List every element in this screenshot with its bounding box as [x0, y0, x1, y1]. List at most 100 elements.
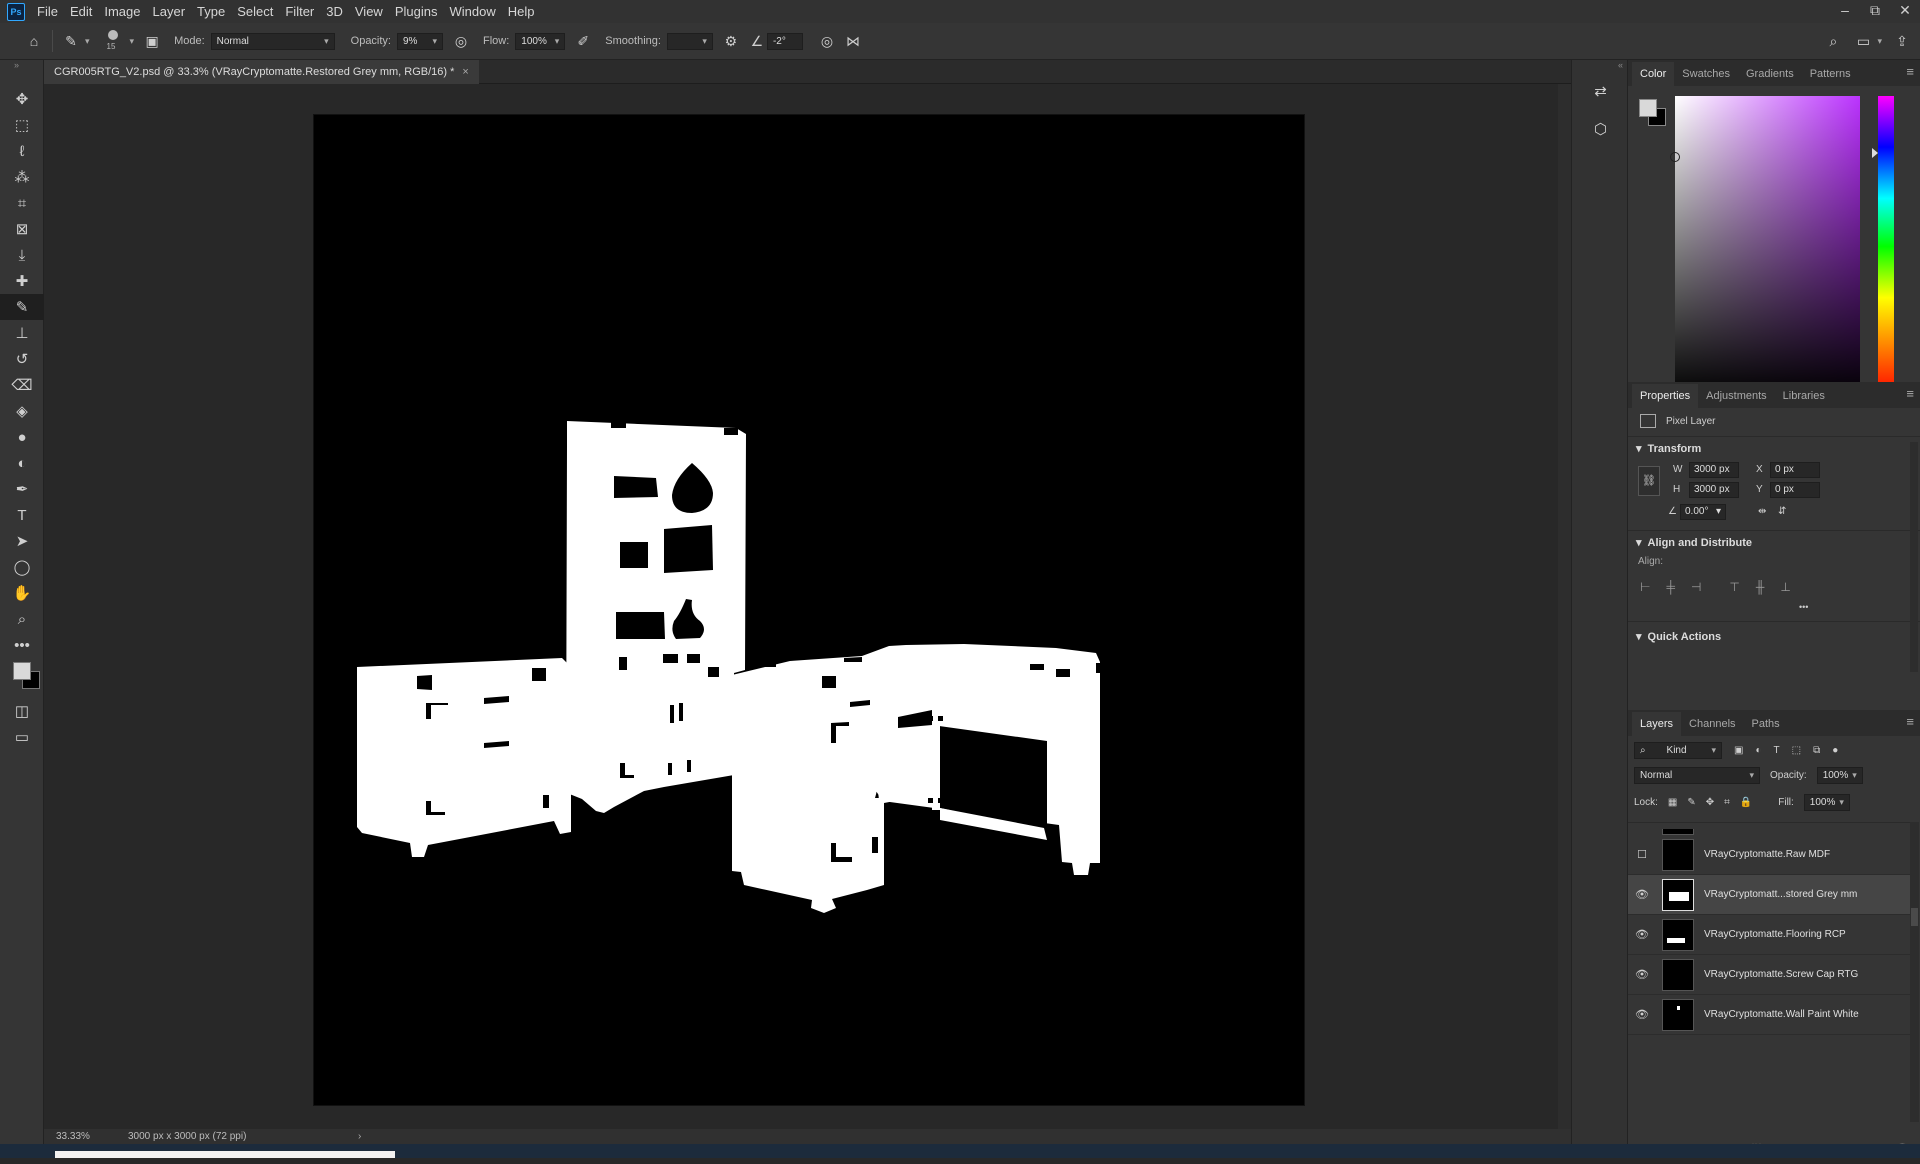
pressure-size-icon[interactable]: ◎: [817, 31, 837, 51]
more-tools-icon[interactable]: •••: [0, 632, 44, 658]
search-icon[interactable]: ⌕: [1823, 31, 1843, 51]
foreground-color-chip[interactable]: [1639, 99, 1657, 117]
layers-scrollbar[interactable]: [1910, 822, 1919, 1122]
align-right-icon[interactable]: ⊣: [1691, 580, 1701, 594]
menu-3d[interactable]: 3D: [320, 0, 349, 23]
mode-select[interactable]: Normal ▾: [210, 32, 335, 50]
menu-type[interactable]: Type: [191, 0, 231, 23]
layer-row-selected[interactable]: 👁 VRayCryptomatt...stored Grey mm: [1628, 875, 1910, 915]
panel-collapse-icon[interactable]: «: [1572, 60, 1627, 72]
symmetry-butterfly-icon[interactable]: ⋈: [843, 31, 863, 51]
hue-slider[interactable]: [1878, 96, 1894, 397]
menu-file[interactable]: File: [31, 0, 64, 23]
history-panel-icon[interactable]: ⇄: [1572, 72, 1629, 110]
tab-layers[interactable]: Layers: [1632, 712, 1682, 736]
hand-tool-icon[interactable]: ✋: [0, 580, 44, 606]
width-field[interactable]: 3000 px: [1689, 462, 1739, 478]
pen-tool-icon[interactable]: ✒: [0, 476, 44, 502]
eraser-tool-icon[interactable]: ⌫: [0, 372, 44, 398]
brush-settings-panel-icon[interactable]: ▣: [142, 31, 162, 51]
filter-adjustment-icon[interactable]: ◐: [1755, 745, 1761, 756]
filter-toggle-icon[interactable]: ●: [1832, 745, 1838, 756]
menu-view[interactable]: View: [349, 0, 389, 23]
lock-transparent-icon[interactable]: ▦: [1668, 797, 1677, 808]
quick-mask-icon[interactable]: ◫: [0, 698, 44, 724]
document-tab[interactable]: CGR005RTG_V2.psd @ 33.3% (VRayCryptomatt…: [44, 60, 479, 84]
flow-input[interactable]: 100% ▾: [515, 32, 566, 50]
layer-opacity-input[interactable]: 100% ▾: [1816, 767, 1863, 784]
status-menu-arrow[interactable]: ›: [358, 1131, 361, 1142]
brush-angle-input[interactable]: -2°: [766, 32, 803, 50]
lock-brush-icon[interactable]: ✎: [1687, 797, 1695, 808]
height-field[interactable]: 3000 px: [1689, 482, 1739, 498]
type-tool-icon[interactable]: T: [0, 502, 44, 528]
align-distribute-header[interactable]: ▾ Align and Distribute: [1636, 536, 1752, 550]
layer-filter-select[interactable]: ⌕ Kind ▾: [1634, 742, 1722, 759]
color-swatches[interactable]: [0, 658, 44, 698]
x-field[interactable]: 0 px: [1770, 462, 1820, 478]
tab-channels[interactable]: Channels: [1681, 712, 1743, 736]
layer-row[interactable]: 👁 VRayCryptomatte.Screw Cap RTG: [1628, 955, 1910, 995]
quick-actions-header[interactable]: ▾ Quick Actions: [1636, 630, 1721, 644]
tab-gradients[interactable]: Gradients: [1738, 62, 1802, 86]
screen-mode-icon[interactable]: ▭: [0, 724, 44, 750]
chevron-down-icon[interactable]: ▾: [85, 36, 90, 47]
eye-icon[interactable]: 👁: [1628, 928, 1656, 941]
layer-row[interactable]: 👁 VRayCryptomatte.Flooring RCP: [1628, 915, 1910, 955]
home-icon[interactable]: ⌂: [24, 31, 44, 51]
airbrush-icon[interactable]: ✐: [573, 31, 593, 51]
zoom-level[interactable]: 33.33%: [56, 1131, 116, 1142]
close-window-button[interactable]: ✕: [1890, 0, 1920, 23]
blend-mode-select[interactable]: Normal ▾: [1634, 767, 1760, 784]
color-picker-ring[interactable]: [1670, 152, 1680, 162]
menu-filter[interactable]: Filter: [279, 0, 320, 23]
healing-brush-tool-icon[interactable]: ✚: [0, 268, 44, 294]
frame-tool-icon[interactable]: ⊠: [0, 216, 44, 242]
align-middle-icon[interactable]: ╫: [1756, 580, 1765, 594]
tab-patterns[interactable]: Patterns: [1802, 62, 1859, 86]
panel-menu-icon[interactable]: ≡: [1906, 714, 1914, 729]
properties-scrollbar[interactable]: [1910, 442, 1918, 672]
image-canvas[interactable]: [314, 115, 1304, 1105]
share-icon[interactable]: ⇪: [1892, 31, 1912, 51]
lock-all-icon[interactable]: 🔒: [1740, 797, 1752, 808]
menu-plugins[interactable]: Plugins: [389, 0, 444, 23]
tab-libraries[interactable]: Libraries: [1775, 384, 1833, 408]
lasso-tool-icon[interactable]: ℓ: [0, 138, 44, 164]
magic-wand-tool-icon[interactable]: ⁂: [0, 164, 44, 190]
filter-shape-icon[interactable]: ⬚: [1792, 745, 1801, 756]
layers-scroll-thumb[interactable]: [1911, 908, 1918, 926]
ellipse-tool-icon[interactable]: ◯: [0, 554, 44, 580]
filter-pixel-icon[interactable]: ▣: [1734, 745, 1743, 756]
brush-size-picker[interactable]: 15: [100, 26, 126, 56]
flip-vertical-icon[interactable]: ⇵: [1778, 506, 1786, 517]
menu-window[interactable]: Window: [443, 0, 501, 23]
pressure-opacity-icon[interactable]: ◎: [451, 31, 471, 51]
brush-tool-icon[interactable]: ✎: [0, 294, 44, 320]
history-brush-tool-icon[interactable]: ↺: [0, 346, 44, 372]
eye-icon[interactable]: 👁: [1628, 888, 1656, 901]
tab-properties[interactable]: Properties: [1632, 384, 1699, 408]
vertical-scrollbar[interactable]: [1558, 84, 1571, 1129]
path-selection-tool-icon[interactable]: ➤: [0, 528, 44, 554]
eye-icon[interactable]: 👁: [1628, 968, 1656, 981]
paint-bucket-tool-icon[interactable]: ◈: [0, 398, 44, 424]
panel-menu-icon[interactable]: ≡: [1906, 64, 1914, 79]
chevron-down-icon[interactable]: ▾: [1877, 36, 1882, 47]
align-left-icon[interactable]: ⊢: [1640, 580, 1650, 594]
foreground-color-swatch[interactable]: [13, 662, 31, 680]
eye-icon[interactable]: 👁: [1628, 1008, 1656, 1021]
tab-color[interactable]: Color: [1632, 62, 1675, 86]
saturation-value-field[interactable]: [1670, 96, 1860, 397]
brush-tool-preset-icon[interactable]: ✎: [61, 31, 81, 51]
marquee-tool-icon[interactable]: ⬚: [0, 112, 44, 138]
tab-paths[interactable]: Paths: [1744, 712, 1788, 736]
smoothing-input[interactable]: ▾: [666, 32, 713, 50]
transform-header[interactable]: ▾ Transform: [1636, 442, 1701, 456]
visibility-toggle-empty[interactable]: ☐: [1628, 848, 1656, 861]
filter-smart-object-icon[interactable]: ⧉: [1813, 745, 1820, 756]
layer-row[interactable]: ☐ VRayCryptomatte.Raw MDF: [1628, 835, 1910, 875]
restore-button[interactable]: ⧉: [1860, 0, 1890, 23]
opacity-input[interactable]: 9% ▾: [397, 32, 443, 50]
flip-horizontal-icon[interactable]: ⇹: [1758, 506, 1766, 517]
